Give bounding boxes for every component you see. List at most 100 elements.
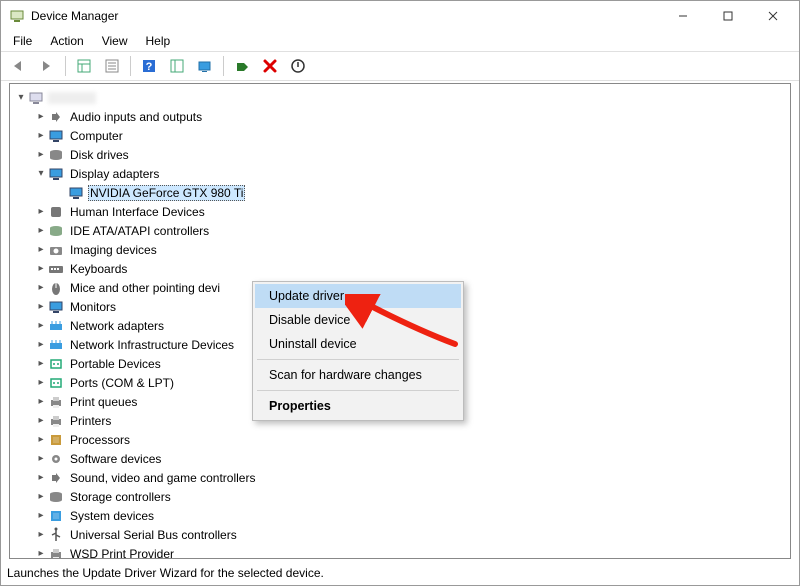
expand-icon[interactable]: ▸	[34, 472, 48, 483]
expand-icon[interactable]: ▸	[34, 320, 48, 331]
computer-icon	[28, 90, 44, 106]
device-category-icon	[48, 375, 64, 391]
forward-button[interactable]	[35, 54, 59, 78]
tree-item-label: Sound, video and game controllers	[68, 471, 257, 485]
device-category-icon	[48, 223, 64, 239]
back-button[interactable]	[7, 54, 31, 78]
expand-icon[interactable]: ▸	[34, 111, 48, 122]
tree-item[interactable]: ▸ IDE ATA/ATAPI controllers	[12, 221, 788, 240]
expand-icon[interactable]: ▸	[34, 282, 48, 293]
expand-icon[interactable]: ▸	[34, 548, 48, 559]
device-category-icon	[48, 261, 64, 277]
tree-root-label	[48, 92, 96, 104]
expander-icon[interactable]: ▾	[14, 92, 28, 103]
expand-icon[interactable]: ▸	[34, 510, 48, 521]
tree-item[interactable]: ▸ Imaging devices	[12, 240, 788, 259]
expand-icon[interactable]: ▸	[34, 358, 48, 369]
statusbar-text: Launches the Update Driver Wizard for th…	[7, 566, 324, 580]
expand-icon[interactable]: ▸	[34, 396, 48, 407]
tree-item[interactable]: ▸ Human Interface Devices	[12, 202, 788, 221]
menubar: File Action View Help	[1, 31, 799, 51]
collapse-icon[interactable]: ▾	[34, 168, 48, 179]
tree-item[interactable]: ▸Storage controllers	[12, 487, 788, 506]
expand-icon[interactable]: ▸	[34, 149, 48, 160]
console-tree-icon[interactable]	[72, 54, 96, 78]
ctx-scan-hardware[interactable]: Scan for hardware changes	[255, 363, 461, 387]
svg-text:?: ?	[146, 61, 153, 73]
help-icon[interactable]: ?	[137, 54, 161, 78]
device-category-icon	[48, 432, 64, 448]
menu-view[interactable]: View	[94, 33, 136, 49]
device-category-icon	[48, 299, 64, 315]
ctx-uninstall-device[interactable]: Uninstall device	[255, 332, 461, 356]
statusbar: Launches the Update Driver Wizard for th…	[1, 563, 799, 585]
device-category-icon	[68, 185, 84, 201]
show-hidden-icon[interactable]	[165, 54, 189, 78]
close-button[interactable]	[750, 1, 795, 31]
ctx-update-driver[interactable]: Update driver	[255, 284, 461, 308]
tree-item[interactable]: ▸ Software devices	[12, 449, 788, 468]
device-category-icon	[48, 109, 64, 125]
device-category-icon	[48, 356, 64, 372]
toolbar: ?	[1, 51, 799, 81]
maximize-button[interactable]	[705, 1, 750, 31]
tree-item-label: Print queues	[68, 395, 139, 409]
expand-icon[interactable]: ▸	[34, 225, 48, 236]
tree-item[interactable]: ▸System devices	[12, 506, 788, 525]
tree-item-label: Imaging devices	[68, 243, 159, 257]
expand-icon[interactable]: ▸	[34, 415, 48, 426]
tree-item-label: Network adapters	[68, 319, 166, 333]
minimize-button[interactable]	[660, 1, 705, 31]
menu-file[interactable]: File	[5, 33, 40, 49]
tree-item-label: Display adapters	[68, 167, 161, 181]
expand-icon[interactable]: ▸	[34, 206, 48, 217]
tree-item-label: Mice and other pointing devi	[68, 281, 222, 295]
tree-item[interactable]: ▸ Disk drives	[12, 145, 788, 164]
menu-action[interactable]: Action	[42, 33, 91, 49]
tree-item[interactable]: ▸WSD Print Provider	[12, 544, 788, 559]
expand-icon[interactable]: ▸	[34, 529, 48, 540]
expand-icon[interactable]: ▸	[34, 434, 48, 445]
tree-item-label: Portable Devices	[68, 357, 163, 371]
tree-item[interactable]: ▸Universal Serial Bus controllers	[12, 525, 788, 544]
uninstall-device-icon[interactable]	[258, 54, 282, 78]
tree-item[interactable]: ▸Keyboards	[12, 259, 788, 278]
expand-icon[interactable]: ▸	[34, 130, 48, 141]
ctx-disable-device[interactable]: Disable device	[255, 308, 461, 332]
tree-item[interactable]: NVIDIA GeForce GTX 980 Ti	[12, 183, 788, 202]
expand-icon[interactable]: ▸	[34, 263, 48, 274]
expand-icon[interactable]: ▸	[34, 377, 48, 388]
tree-item-label: Human Interface Devices	[68, 205, 207, 219]
device-category-icon	[48, 489, 64, 505]
device-category-icon	[48, 470, 64, 486]
expand-icon[interactable]: ▸	[34, 244, 48, 255]
tree-item[interactable]: ▸Computer	[12, 126, 788, 145]
menu-help[interactable]: Help	[138, 33, 179, 49]
scan-hardware-icon[interactable]	[193, 54, 217, 78]
ctx-properties[interactable]: Properties	[255, 394, 461, 418]
expand-icon[interactable]: ▸	[34, 339, 48, 350]
disable-device-icon[interactable]	[286, 54, 310, 78]
tree-item[interactable]: ▸Audio inputs and outputs	[12, 107, 788, 126]
tree-root[interactable]: ▾	[12, 88, 788, 107]
properties-icon[interactable]	[100, 54, 124, 78]
tree-item[interactable]: ▸ Sound, video and game controllers	[12, 468, 788, 487]
expand-icon[interactable]: ▸	[34, 453, 48, 464]
update-driver-icon[interactable]	[230, 54, 254, 78]
expand-icon[interactable]: ▸	[34, 491, 48, 502]
device-category-icon	[48, 546, 64, 560]
tree-item-label: IDE ATA/ATAPI controllers	[68, 224, 211, 238]
device-category-icon	[48, 147, 64, 163]
device-category-icon	[48, 242, 64, 258]
device-category-icon	[48, 337, 64, 353]
tree-item-label: Monitors	[68, 300, 118, 314]
app-icon	[9, 8, 25, 24]
device-category-icon	[48, 527, 64, 543]
tree-item-label: Software devices	[68, 452, 163, 466]
tree-item[interactable]: ▸Processors	[12, 430, 788, 449]
tree-item[interactable]: ▾ Display adapters	[12, 164, 788, 183]
tree-item-label: Disk drives	[68, 148, 131, 162]
ctx-separator	[257, 390, 459, 391]
expand-icon[interactable]: ▸	[34, 301, 48, 312]
tree-item-label: Ports (COM & LPT)	[68, 376, 176, 390]
